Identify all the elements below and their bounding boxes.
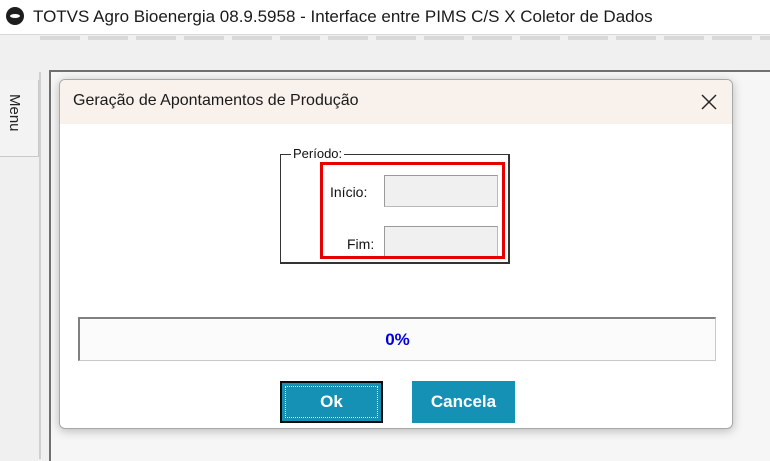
client-divider — [39, 72, 41, 459]
progress-percent-label: 0% — [385, 330, 410, 349]
dialog-title: Geração de Apontamentos de Produção — [73, 92, 359, 109]
ok-button[interactable]: Ok — [280, 381, 383, 423]
side-menu-tab[interactable]: Menu — [0, 80, 39, 157]
progress-bar: 0% — [78, 317, 716, 361]
app-window-title: TOTVS Agro Bioenergia 08.9.5958 - Interf… — [33, 7, 653, 26]
close-icon — [701, 94, 717, 110]
highlight-annotation-box — [320, 162, 505, 259]
dialog-title-bar: Geração de Apontamentos de Produção — [60, 80, 732, 124]
side-menu-label: Menu — [6, 94, 23, 132]
background-toolbar-strip — [40, 36, 770, 40]
app-title-bar: TOTVS Agro Bioenergia 08.9.5958 - Interf… — [0, 0, 770, 35]
close-button[interactable] — [686, 80, 732, 124]
totvs-logo-icon — [6, 7, 24, 25]
production-entries-dialog: Geração de Apontamentos de Produção Perí… — [59, 79, 733, 429]
cancel-button[interactable]: Cancela — [412, 381, 515, 423]
period-group-legend: Período: — [291, 146, 345, 161]
